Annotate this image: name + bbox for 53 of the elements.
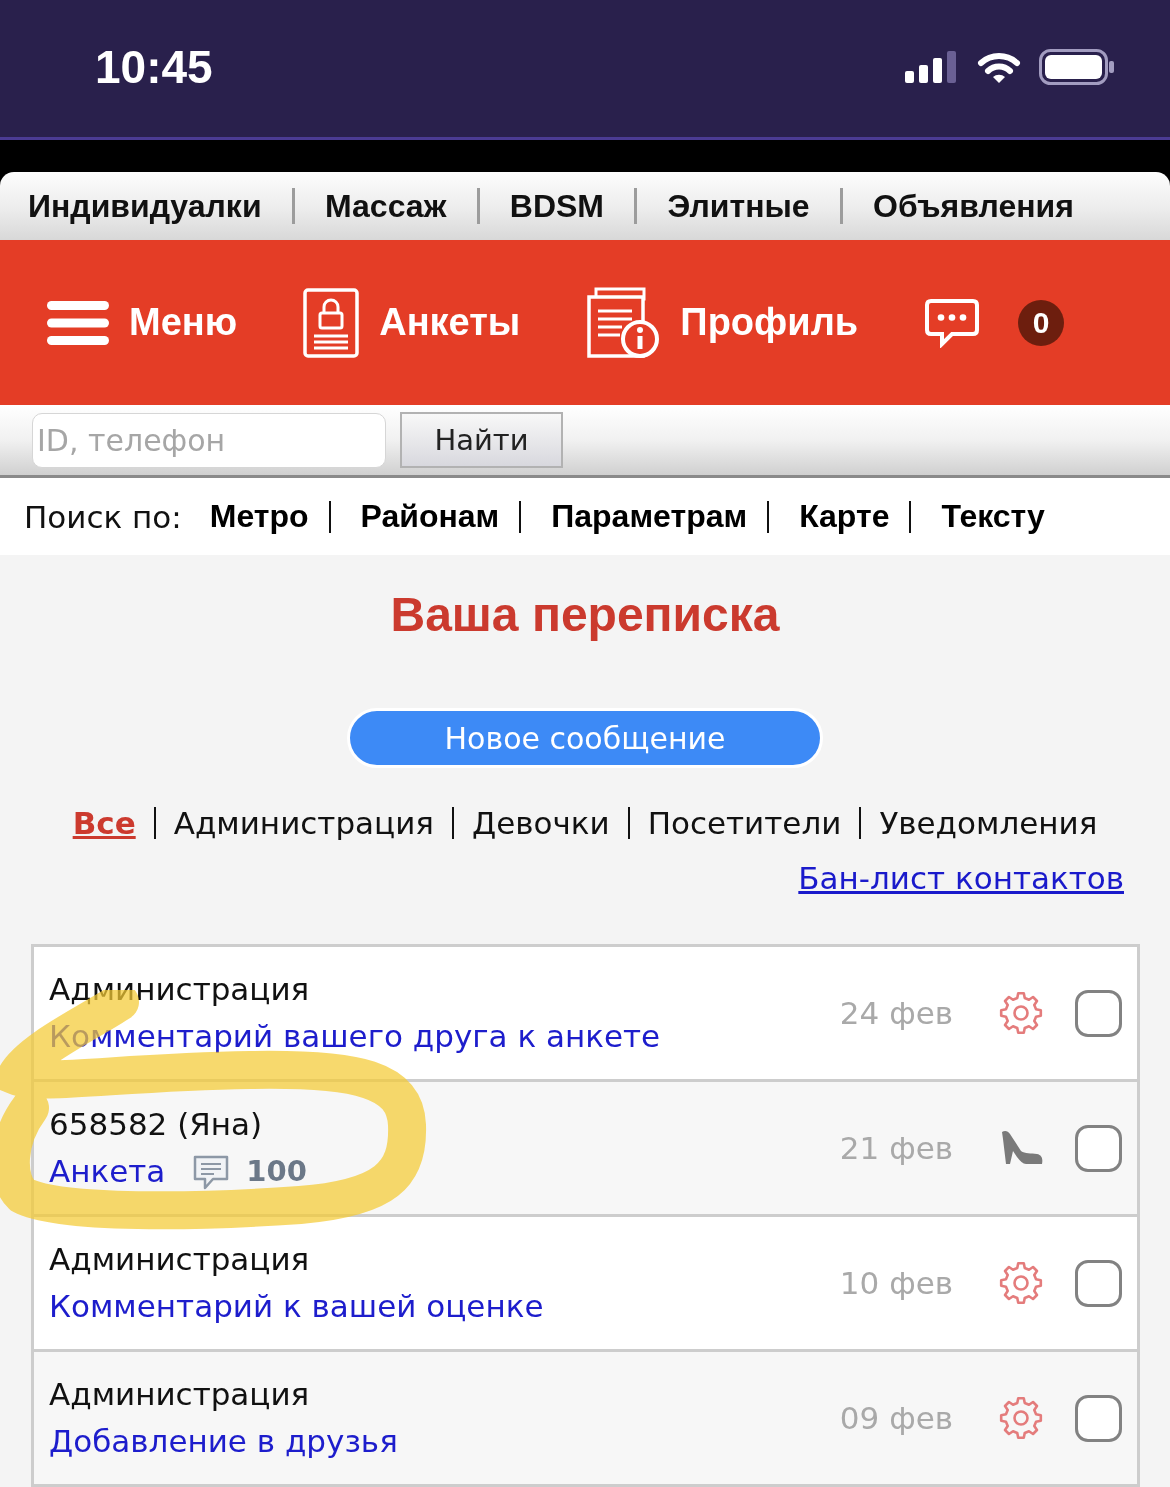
message-date: 21 фев <box>839 1130 953 1166</box>
document-info-icon <box>586 286 661 359</box>
row-checkbox[interactable] <box>1075 1259 1122 1307</box>
profiles-link[interactable]: Анкеты <box>303 287 521 358</box>
subject-link[interactable]: Комментарий к вашей оценке <box>49 1284 544 1328</box>
search-field[interactable]: ID, телефон <box>32 412 386 468</box>
message-date: 24 фев <box>839 995 953 1031</box>
filter-tab[interactable]: Посетители <box>647 801 842 845</box>
comment-icon <box>192 1155 231 1191</box>
chat-bubble-icon <box>924 297 981 348</box>
filter-tab[interactable]: Все <box>72 801 136 845</box>
search-by-link[interactable]: Тексту <box>941 498 1045 535</box>
message-date: 09 фев <box>839 1400 953 1436</box>
category-link[interactable]: Индивидуалки <box>28 187 262 225</box>
row-checkbox[interactable] <box>1075 989 1122 1037</box>
filter-tab[interactable]: Уведомления <box>879 801 1098 845</box>
comment-count: 100 <box>246 1154 307 1188</box>
category-link[interactable]: BDSM <box>509 187 604 225</box>
battery-icon <box>1039 48 1115 85</box>
ban-list-link[interactable]: Бан-лист контактов <box>798 856 1124 900</box>
sender-name: Администрация <box>49 1240 310 1279</box>
category-link[interactable]: Массаж <box>325 187 447 225</box>
search-by-link[interactable]: Параметрам <box>551 498 748 535</box>
gear-icon <box>999 1396 1043 1440</box>
sender-name: 658582 (Яна) <box>49 1105 263 1144</box>
profile-link[interactable]: Профиль <box>586 286 859 359</box>
subject-link[interactable]: Анкета <box>49 1149 166 1193</box>
row-checkbox[interactable] <box>1075 1394 1122 1442</box>
search-by-label: Поиск по: <box>24 498 182 535</box>
gear-icon <box>999 1261 1043 1305</box>
locked-document-icon <box>303 287 360 358</box>
category-link[interactable]: Объявления <box>873 187 1074 225</box>
filter-tab[interactable]: Девочки <box>471 801 610 845</box>
messages-link[interactable] <box>924 297 981 348</box>
search-by-link[interactable]: Карте <box>799 498 890 535</box>
gear-icon <box>999 991 1043 1035</box>
search-button[interactable]: Найти <box>400 412 563 468</box>
page-title: Ваша переписка <box>390 587 780 643</box>
signal-icon <box>905 50 957 83</box>
sender-name: Администрация <box>49 970 310 1009</box>
menu-link[interactable]: Меню <box>47 300 238 345</box>
message-count-badge: 0 <box>1018 299 1065 346</box>
category-link[interactable]: Элитные <box>667 187 810 225</box>
sender-name: Администрация <box>49 1375 310 1414</box>
filter-tab[interactable]: Администрация <box>173 801 434 845</box>
row-checkbox[interactable] <box>1075 1124 1122 1172</box>
clock-time: 10:45 <box>95 39 213 94</box>
high-heel-shoe-icon <box>999 1129 1043 1167</box>
menu-icon <box>47 300 109 345</box>
subject-link[interactable]: Добавление в друзья <box>49 1419 398 1463</box>
message-date: 10 фев <box>839 1265 953 1301</box>
search-by-link[interactable]: Метро <box>209 498 309 535</box>
search-by-link[interactable]: Районам <box>360 498 500 535</box>
